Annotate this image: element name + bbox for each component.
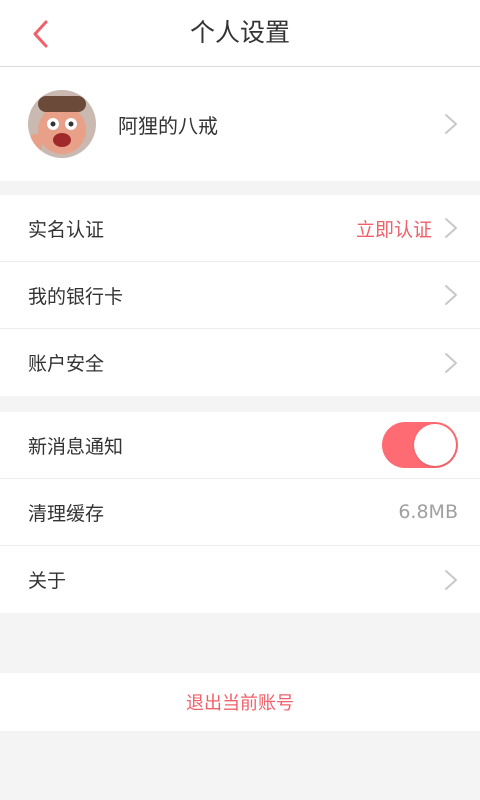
logout-button[interactable]: 退出当前账号 <box>0 673 480 731</box>
row-label: 账户安全 <box>28 353 105 375</box>
row-label: 新消息通知 <box>28 435 124 458</box>
cache-size: 6.8MB <box>398 501 458 523</box>
app-settings-group: 新消息通知 清理缓存 6.8MB 关于 <box>0 412 480 613</box>
notification-toggle[interactable] <box>382 422 458 468</box>
username: 阿狸的八戒 <box>118 113 218 138</box>
chevron-right-icon <box>445 218 457 238</box>
account-settings-group: 实名认证 立即认证 我的银行卡 账户安全 <box>0 195 480 396</box>
chevron-right-icon <box>445 569 457 590</box>
row-label: 我的银行卡 <box>28 285 124 308</box>
row-bank-cards[interactable]: 我的银行卡 <box>0 262 480 329</box>
row-message-notification: 新消息通知 <box>0 412 480 479</box>
chevron-right-icon <box>445 285 457 305</box>
toggle-knob <box>414 424 456 466</box>
row-label: 清理缓存 <box>28 502 105 525</box>
chevron-right-icon <box>445 114 457 134</box>
chevron-right-icon <box>445 352 457 373</box>
row-about[interactable]: 关于 <box>0 546 480 613</box>
row-label: 关于 <box>28 570 67 592</box>
avatar[interactable] <box>28 90 96 158</box>
page-title: 个人设置 <box>189 18 290 47</box>
verify-now-link[interactable]: 立即认证 <box>356 215 432 242</box>
row-clear-cache[interactable]: 清理缓存 6.8MB <box>0 479 480 546</box>
row-account-security[interactable]: 账户安全 <box>0 329 480 396</box>
nav-bar: 个人设置 <box>0 0 480 67</box>
row-label: 实名认证 <box>28 218 105 241</box>
row-real-name-verification[interactable]: 实名认证 立即认证 <box>0 195 480 262</box>
profile-row[interactable]: 阿狸的八戒 <box>0 67 480 181</box>
